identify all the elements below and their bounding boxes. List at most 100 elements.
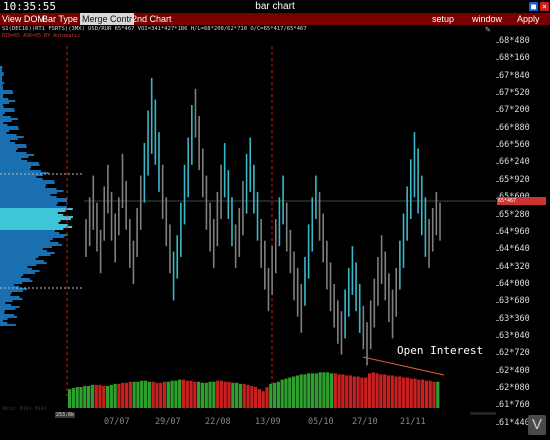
profile-bar (0, 224, 68, 226)
price-bars (85, 77, 441, 366)
profile-bar (0, 102, 10, 104)
minimize-icon[interactable]: ■ (529, 2, 538, 11)
profile-bar (0, 138, 18, 140)
profile-bar (0, 280, 33, 282)
profile-bar (0, 214, 64, 216)
window-title: bar chart (255, 1, 295, 12)
app-logo-icon[interactable]: V (528, 415, 546, 435)
profile-bar (0, 292, 12, 294)
profile-bar (0, 202, 58, 204)
profile-bar (0, 246, 52, 248)
profile-bar (0, 136, 24, 138)
profile-bar (0, 262, 47, 264)
profile-bar (0, 182, 55, 184)
oi-bar (352, 376, 356, 408)
oi-bar (329, 373, 334, 408)
menu-apply[interactable]: Apply (517, 13, 540, 25)
oi-bar (197, 381, 201, 408)
profile-bar (0, 70, 2, 72)
menu-bar-type[interactable]: Bar Type (42, 13, 78, 25)
profile-bar (0, 242, 59, 244)
profile-bar (0, 304, 12, 306)
oi-bar (356, 376, 360, 408)
menu-setup[interactable]: setup (432, 13, 454, 25)
oi-bar (318, 372, 322, 408)
profile-bar (0, 210, 66, 212)
profile-bar (0, 142, 16, 144)
profile-bar (0, 320, 3, 322)
profile-bar (0, 266, 28, 268)
y-tick-label: 67*200 (496, 105, 530, 116)
profile-bar (0, 308, 16, 310)
profile-bar (0, 100, 16, 102)
volume-label: Vols: 0(k) 0(k) (2, 406, 48, 412)
oi-bar (364, 377, 368, 408)
oi-bar (326, 372, 330, 408)
profile-bar (0, 76, 2, 78)
x-tick-label: 13/09 (255, 417, 281, 427)
profile-bar (0, 216, 73, 218)
oi-bar (147, 381, 151, 408)
oi-bar (162, 381, 167, 408)
profile-bar (0, 164, 40, 166)
oi-bar (246, 384, 250, 408)
y-tick-label: 68*480 (496, 36, 530, 46)
profile-bar (0, 260, 45, 262)
y-tick-label: 64*640 (496, 244, 530, 255)
oi-bar (124, 382, 129, 408)
menu-view-dom[interactable]: View DOM (2, 13, 45, 25)
profile-bar (0, 296, 20, 298)
x-tick-label: 07/07 (104, 417, 130, 427)
oi-bar (113, 383, 117, 408)
profile-bar (0, 276, 22, 278)
oi-bar (181, 379, 186, 408)
profile-bar (0, 230, 55, 232)
bar-chart[interactable] (0, 26, 496, 416)
chart-scroll-indicator[interactable] (470, 412, 496, 415)
menu-2nd-chart[interactable]: 2nd Chart (132, 13, 172, 25)
oi-bar (151, 381, 155, 408)
profile-bar (0, 270, 40, 272)
profile-bar (0, 204, 57, 206)
oi-bar (341, 374, 345, 408)
profile-bar (0, 148, 18, 150)
y-tick-label: 64*000 (496, 278, 530, 289)
y-tick-label: 62*720 (496, 348, 530, 359)
profile-bar (0, 284, 15, 286)
profile-bar (0, 232, 60, 234)
profile-bar (0, 238, 53, 240)
menu-window[interactable]: window (472, 13, 502, 25)
close-icon[interactable]: × (540, 2, 549, 11)
profile-bar (0, 144, 27, 146)
profile-bar (0, 274, 24, 276)
profile-bar (0, 146, 27, 148)
oi-bar (159, 382, 163, 408)
oi-bar (348, 375, 353, 408)
x-tick-label: 27/10 (352, 417, 378, 427)
y-tick-label: 62*080 (496, 383, 530, 393)
y-tick-label: 63*360 (496, 313, 530, 324)
oi-bar (140, 380, 144, 408)
oi-bar (371, 372, 375, 408)
oi-bar (360, 377, 364, 408)
oi-bar (386, 375, 391, 408)
oi-bar (212, 381, 216, 408)
oi-bar (71, 388, 75, 408)
profile-bar (0, 306, 20, 308)
profile-bar (0, 324, 16, 326)
profile-bar (0, 112, 5, 114)
oi-bar (242, 383, 246, 408)
profile-bar (0, 282, 23, 284)
profile-bar (0, 114, 3, 116)
oi-bar (121, 382, 125, 408)
volume-profile (0, 66, 73, 326)
oi-bar (276, 381, 280, 408)
profile-bar (0, 250, 48, 252)
profile-bar (0, 258, 36, 260)
menu-merge-contracts[interactable]: Merge Contr (80, 13, 135, 25)
oi-bar (333, 373, 337, 408)
oi-bar (295, 375, 299, 408)
profile-bar (0, 190, 64, 192)
oi-bar (83, 385, 87, 408)
oi-bar (75, 387, 79, 408)
